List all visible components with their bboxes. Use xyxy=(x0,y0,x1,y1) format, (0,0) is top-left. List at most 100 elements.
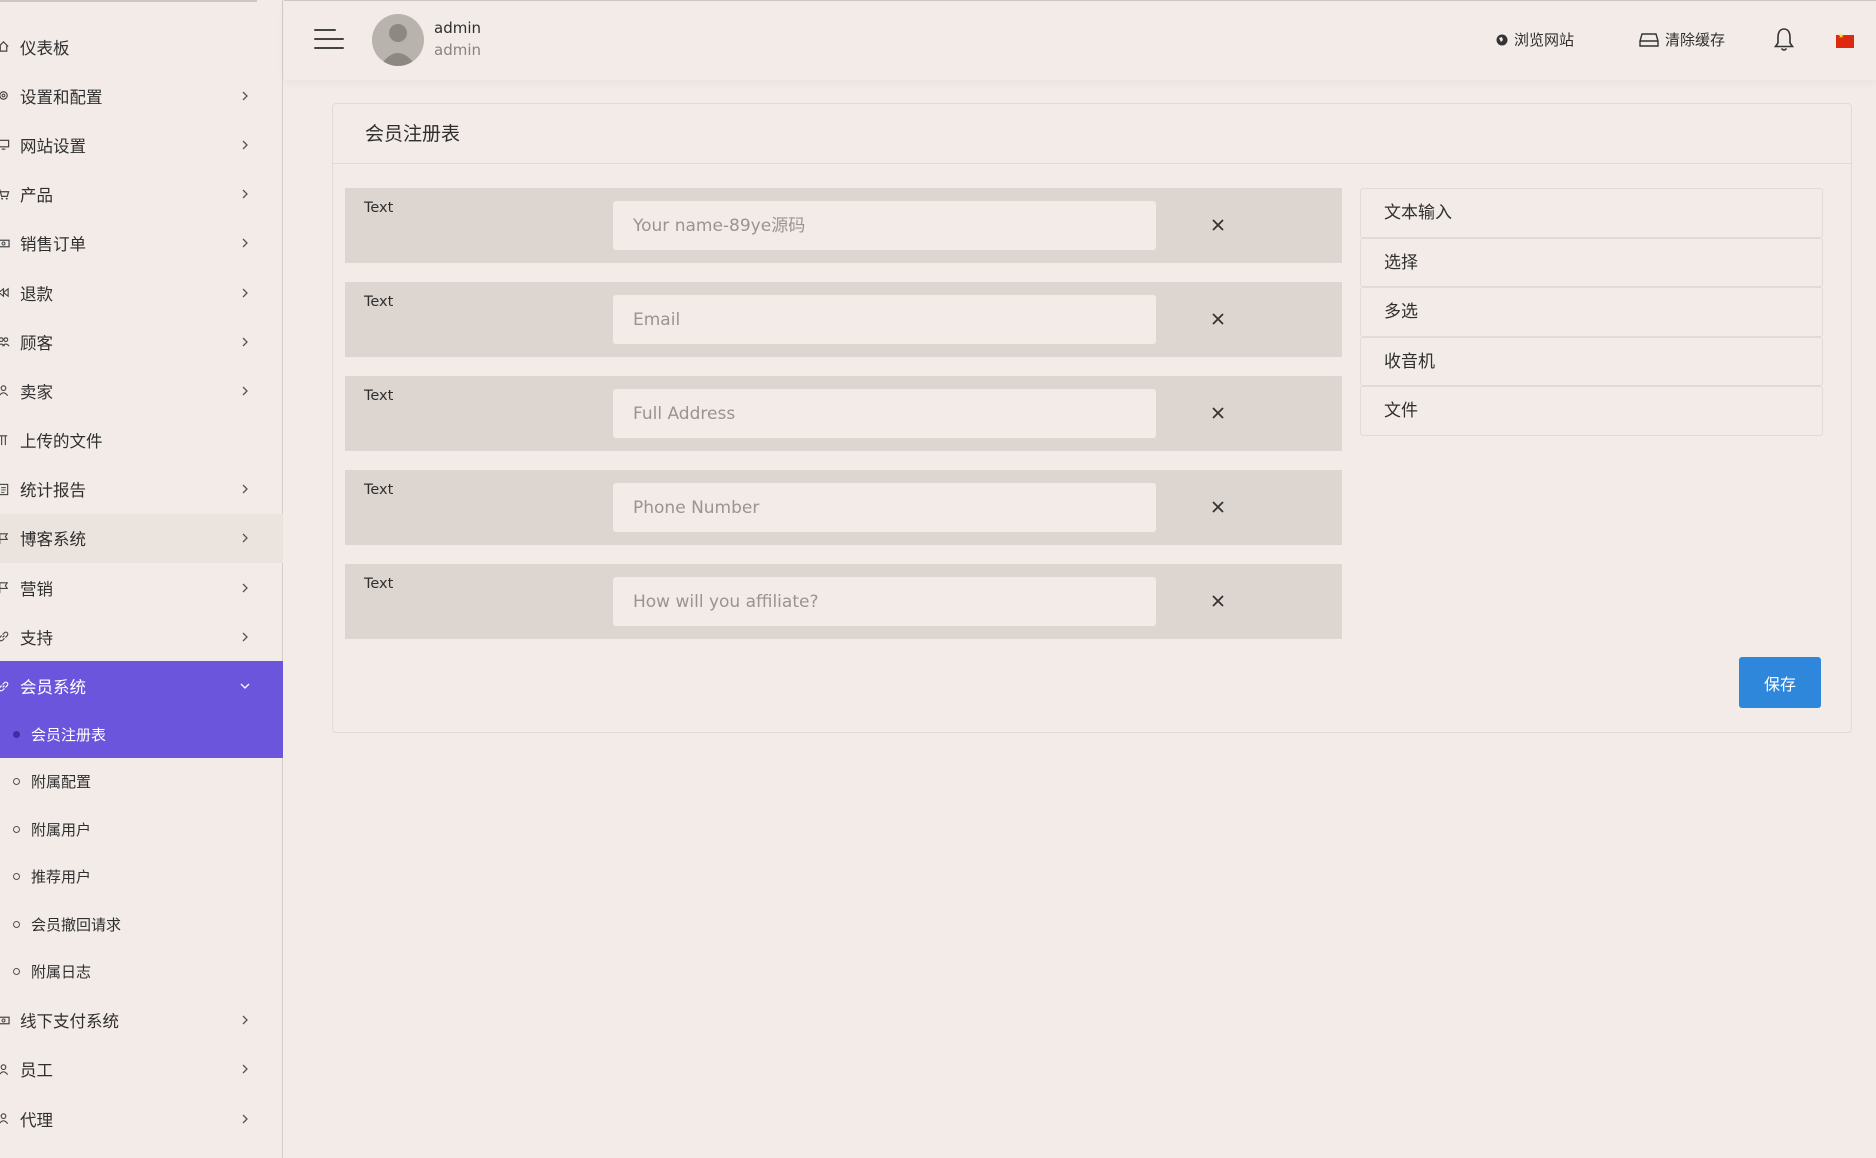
sidebar-item-label: 退款 xyxy=(20,284,53,304)
monitor-icon xyxy=(0,138,10,152)
flag-icon xyxy=(0,531,10,545)
submenu-item-withdraw-requests[interactable]: 会员撤回请求 xyxy=(0,901,283,949)
chevron-down-icon xyxy=(238,679,252,693)
link-icon xyxy=(0,630,10,644)
chevron-right-icon xyxy=(238,531,252,545)
form-field-row[interactable]: Text xyxy=(345,282,1342,357)
sidebar-item-label: 线下支付系统 xyxy=(20,1012,119,1032)
sidebar-item-marketing[interactable]: 营销 xyxy=(0,563,283,612)
sidebar-item-label: 卖家 xyxy=(20,382,53,402)
sidebar-item-uploaded-files[interactable]: 上传的文件 xyxy=(0,416,283,465)
close-icon[interactable] xyxy=(1209,404,1227,422)
submenu-item-label: 会员注册表 xyxy=(31,725,107,744)
chevron-right-icon xyxy=(238,89,252,103)
submenu-item-affiliate-users[interactable]: 附属用户 xyxy=(0,806,283,854)
submenu-item-label: 附属配置 xyxy=(31,773,92,792)
submenu-item-affiliate-config[interactable]: 附属配置 xyxy=(0,758,283,806)
chevron-right-icon xyxy=(238,384,252,398)
sidebar-item-label: 支持 xyxy=(20,628,53,648)
bullet-icon xyxy=(13,825,20,833)
sidebar-item-label: 仪表板 xyxy=(20,38,70,58)
close-icon[interactable] xyxy=(1209,592,1227,610)
close-icon[interactable] xyxy=(1209,498,1227,516)
field-label-input[interactable] xyxy=(613,201,1156,250)
add-file-option[interactable]: 文件 xyxy=(1360,386,1823,436)
gear-icon xyxy=(0,89,10,103)
add-radio-option[interactable]: 收音机 xyxy=(1360,336,1823,387)
link-icon xyxy=(0,679,10,693)
sidebar-item-website[interactable]: 网站设置 xyxy=(0,120,283,169)
save-button[interactable]: 保存 xyxy=(1739,657,1821,708)
sidebar-item-label: 网站设置 xyxy=(20,136,86,156)
sidebar-item-label: 营销 xyxy=(20,579,53,599)
sidebar-item-refunds[interactable]: 退款 xyxy=(0,268,283,317)
sidebar-item-blog[interactable]: 博客系统 xyxy=(0,513,283,564)
sidebar-item-products[interactable]: 产品 xyxy=(0,170,283,219)
bullet-icon xyxy=(13,920,20,928)
submenu-item-affiliate-logs[interactable]: 附属日志 xyxy=(0,948,283,996)
sidebar-item-affiliate[interactable]: 会员系统 xyxy=(0,661,283,711)
field-label-input[interactable] xyxy=(613,577,1156,626)
sidebar-item-sales-orders[interactable]: 销售订单 xyxy=(0,219,283,268)
form-field-row[interactable]: Text xyxy=(345,564,1342,639)
avatar[interactable] xyxy=(372,14,424,66)
field-type-label: Text xyxy=(364,200,394,216)
field-type-label: Text xyxy=(364,576,394,592)
field-label-input[interactable] xyxy=(613,483,1156,532)
form-field-row[interactable]: Text xyxy=(345,376,1342,451)
chevron-right-icon xyxy=(238,236,252,250)
add-text-input-option[interactable]: 文本输入 xyxy=(1360,188,1823,238)
submenu-item-label: 附属日志 xyxy=(31,963,92,982)
sidebar-item-label: 博客系统 xyxy=(20,530,86,550)
sidebar-item-label: 顾客 xyxy=(20,333,53,353)
sidebar-menu: 仪表板 设置和配置 网站设置 产品 销售订单 退款 顾客 卖家 上传的文件 统计… xyxy=(0,22,283,1143)
sidebar-item-support[interactable]: 支持 xyxy=(0,612,283,661)
chevron-right-icon xyxy=(238,482,252,496)
money-icon xyxy=(0,1013,10,1027)
sidebar-item-dashboard[interactable]: 仪表板 xyxy=(0,22,283,71)
sidebar-item-label: 上传的文件 xyxy=(20,432,103,452)
add-multi-select-option[interactable]: 多选 xyxy=(1360,287,1823,337)
sidebar-item-label: 会员系统 xyxy=(20,678,86,698)
chevron-right-icon xyxy=(238,1112,252,1126)
menu-toggle-icon[interactable] xyxy=(314,27,344,53)
field-type-label: Text xyxy=(364,482,394,498)
user-icon xyxy=(0,384,10,398)
form-field-row[interactable]: Text xyxy=(345,188,1342,263)
sidebar-item-settings[interactable]: 设置和配置 xyxy=(0,71,283,120)
submenu-item-affiliate-form[interactable]: 会员注册表 xyxy=(0,710,283,759)
chevron-right-icon xyxy=(238,581,252,595)
sidebar-item-label: 员工 xyxy=(20,1061,53,1081)
form-field-row[interactable]: Text xyxy=(345,470,1342,545)
close-icon[interactable] xyxy=(1209,310,1227,328)
close-icon[interactable] xyxy=(1209,216,1227,234)
sidebar: 仪表板 设置和配置 网站设置 产品 销售订单 退款 顾客 卖家 上传的文件 统计… xyxy=(0,0,283,1158)
submenu-item-label: 推荐用户 xyxy=(31,868,92,887)
cart-icon xyxy=(0,187,10,201)
language-flag-icon[interactable] xyxy=(1836,32,1854,48)
add-select-option[interactable]: 选择 xyxy=(1360,237,1823,288)
sidebar-item-offline-payment[interactable]: 线下支付系统 xyxy=(0,996,283,1045)
bullet-icon xyxy=(13,778,20,786)
folder-icon xyxy=(0,433,10,447)
sidebar-item-agents[interactable]: 代理 xyxy=(0,1094,283,1143)
sidebar-item-staff[interactable]: 员工 xyxy=(0,1045,283,1094)
field-label-input[interactable] xyxy=(613,389,1156,438)
sidebar-item-sellers[interactable]: 卖家 xyxy=(0,366,283,415)
clear-cache-link[interactable]: 清除缓存 xyxy=(1639,29,1725,50)
report-icon xyxy=(0,482,10,496)
field-label-input[interactable] xyxy=(613,295,1156,344)
affiliate-form-card: 会员注册表 Text Text Text Text Text 文本输入 选择 多… xyxy=(332,103,1852,733)
chevron-right-icon xyxy=(238,630,252,644)
sidebar-item-label: 设置和配置 xyxy=(20,87,103,107)
sidebar-item-customers[interactable]: 顾客 xyxy=(0,317,283,366)
chevron-right-icon xyxy=(238,1062,252,1076)
hard-drive-icon xyxy=(1639,32,1659,47)
browse-site-link[interactable]: 浏览网站 xyxy=(1496,29,1574,50)
user-icon xyxy=(0,1062,10,1076)
bell-icon[interactable] xyxy=(1772,27,1796,53)
chevron-right-icon xyxy=(238,335,252,349)
page-title: 会员注册表 xyxy=(333,104,1851,164)
sidebar-item-reports[interactable]: 统计报告 xyxy=(0,465,283,514)
submenu-item-referral-users[interactable]: 推荐用户 xyxy=(0,853,283,901)
